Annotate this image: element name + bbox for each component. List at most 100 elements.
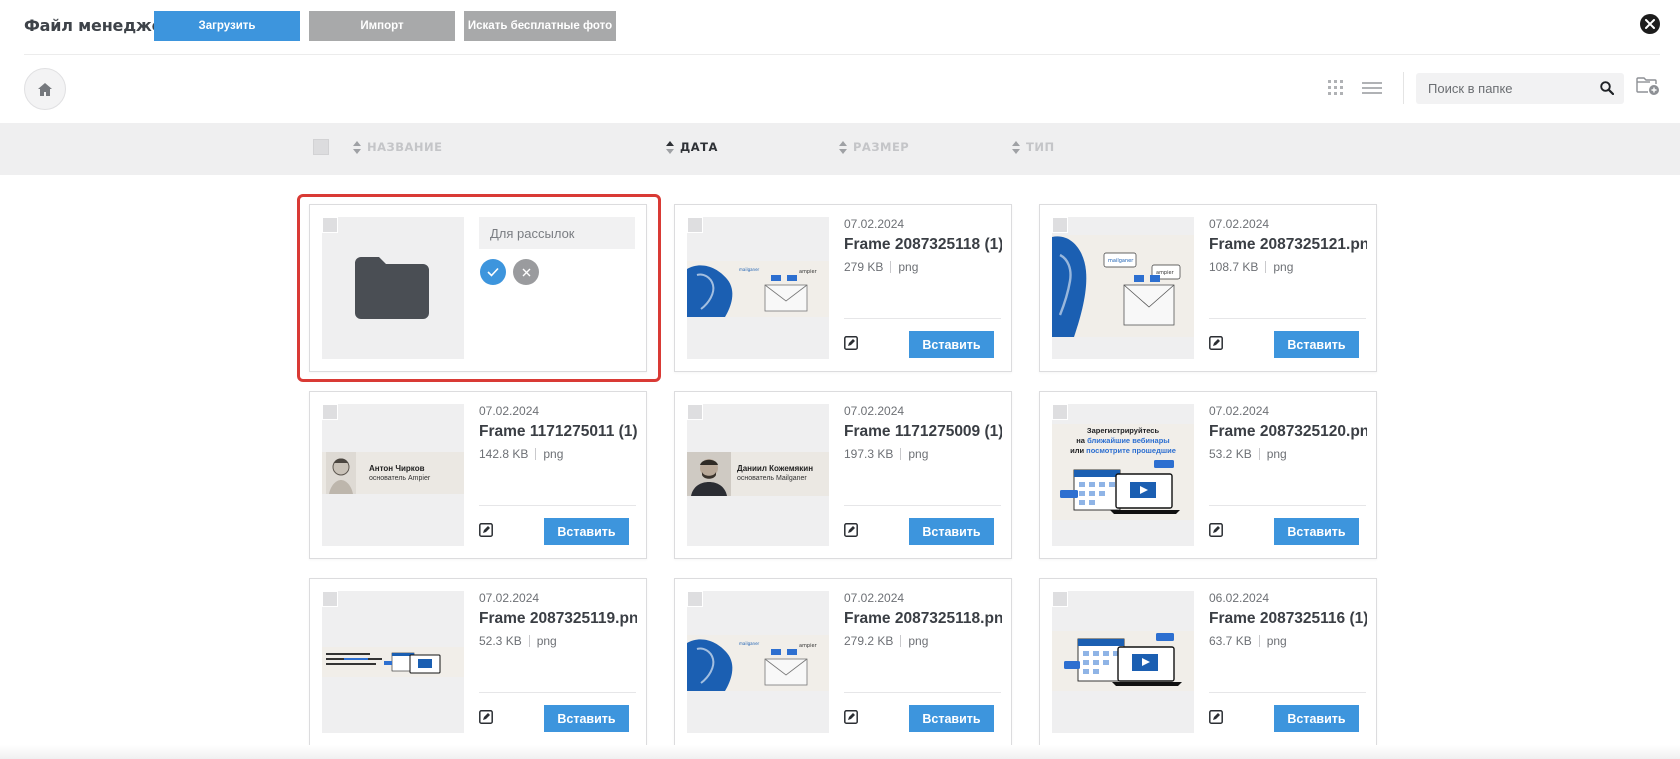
grid-view-icon[interactable] — [1328, 80, 1344, 96]
file-date: 06.02.2024 — [1209, 591, 1270, 605]
file-thumbnail[interactable] — [1052, 591, 1194, 733]
file-meta: 142.8 KB png — [479, 447, 637, 461]
file-card[interactable]: mailganer ampier 07.02.2024 Frame 208732… — [1039, 204, 1377, 372]
item-checkbox[interactable] — [687, 404, 703, 420]
svg-text:mailganer: mailganer — [739, 641, 760, 646]
webinar-line-2-link: ближайшие вебинары — [1087, 436, 1170, 445]
file-thumbnail[interactable]: mailganer ampier — [1052, 217, 1194, 359]
insert-button[interactable]: Вставить — [1274, 331, 1359, 358]
insert-button[interactable]: Вставить — [909, 705, 994, 732]
file-card[interactable]: 06.02.2024 Frame 2087325116 (1).png 63.7… — [1039, 578, 1377, 746]
insert-button[interactable]: Вставить — [1274, 705, 1359, 732]
file-thumbnail[interactable]: ampier mailganer — [687, 217, 829, 359]
webinar-line-2: на ближайшие вебинары — [1052, 436, 1194, 446]
search-free-photos-button[interactable]: Искать бесплатные фото — [464, 11, 616, 41]
sort-icon — [353, 140, 361, 154]
file-info: 07.02.2024 Frame 1171275011 (1).png 142.… — [479, 404, 637, 461]
envelope-image: ampier mailganer — [687, 261, 829, 317]
column-type-label: ТИП — [1026, 140, 1055, 154]
file-type: png — [1266, 634, 1287, 648]
column-name[interactable]: НАЗВАНИЕ — [353, 140, 442, 154]
file-date: 07.02.2024 — [844, 591, 905, 605]
file-name: Frame 2087325120.png — [1209, 423, 1367, 440]
insert-button[interactable]: Вставить — [909, 331, 994, 358]
file-size: 279 KB — [844, 260, 884, 274]
file-card[interactable]: ampier mailganer 07.02.2024 Frame 208732… — [674, 578, 1012, 746]
file-info: 07.02.2024 Frame 2087325120.png 53.2 KB p… — [1209, 404, 1367, 461]
insert-button[interactable]: Вставить — [1274, 518, 1359, 545]
file-card[interactable]: Антон Чирков основатель Ampier 07.02.202… — [309, 391, 647, 559]
file-size: 52.3 KB — [479, 634, 522, 648]
meta-divider — [528, 635, 530, 647]
file-thumbnail[interactable]: Зарегистрируйтесь на ближайшие вебинары … — [1052, 404, 1194, 546]
close-icon[interactable] — [1640, 14, 1660, 34]
webinar-line-3-link: посмотрите прошедшие — [1086, 446, 1176, 455]
edit-icon[interactable] — [1209, 523, 1223, 537]
column-date-label: ДАТА — [680, 140, 718, 154]
file-date: 07.02.2024 — [1209, 217, 1270, 231]
webinar-banner: Зарегистрируйтесь на ближайшие вебинары … — [1052, 424, 1194, 520]
edit-icon[interactable] — [844, 336, 858, 350]
file-type: png — [908, 634, 929, 648]
meta-divider — [1258, 635, 1260, 647]
edit-icon[interactable] — [479, 710, 493, 724]
edit-icon[interactable] — [844, 523, 858, 537]
file-info: 07.02.2024 Frame 1171275009 (1).png 197.… — [844, 404, 1002, 461]
search-input[interactable] — [1428, 73, 1588, 104]
webinar-line-1: Зарегистрируйтесь — [1086, 426, 1160, 435]
file-thumbnail[interactable] — [322, 591, 464, 733]
file-meta: 279 KB png — [844, 260, 1002, 274]
search-icon[interactable] — [1600, 81, 1614, 95]
file-name: Frame 2087325119.png — [479, 610, 637, 627]
item-checkbox[interactable] — [322, 217, 338, 233]
file-thumbnail[interactable]: ampier mailganer — [687, 591, 829, 733]
add-folder-icon[interactable] — [1636, 76, 1660, 96]
home-icon — [38, 82, 52, 96]
file-card[interactable]: Даниил Кожемякин основатель Mailganer 07… — [674, 391, 1012, 559]
card-divider — [1209, 692, 1366, 693]
insert-button[interactable]: Вставить — [544, 518, 629, 545]
card-divider — [479, 692, 636, 693]
edit-icon[interactable] — [1209, 710, 1223, 724]
home-button[interactable] — [24, 68, 66, 110]
edit-icon[interactable] — [844, 710, 858, 724]
item-checkbox[interactable] — [687, 591, 703, 607]
file-card[interactable]: Зарегистрируйтесь на ближайшие вебинары … — [1039, 391, 1377, 559]
svg-text:mailganer: mailganer — [739, 267, 760, 272]
column-type[interactable]: ТИП — [1012, 140, 1055, 154]
file-thumbnail[interactable]: Даниил Кожемякин основатель Mailganer — [687, 404, 829, 546]
file-size: 142.8 KB — [479, 447, 529, 461]
selection-highlight — [297, 194, 661, 382]
insert-button[interactable]: Вставить — [909, 518, 994, 545]
file-meta: 53.2 KB png — [1209, 447, 1367, 461]
file-type: png — [898, 260, 919, 274]
file-thumbnail[interactable]: Антон Чирков основатель Ampier — [322, 404, 464, 546]
upload-button[interactable]: Загрузить — [154, 11, 300, 41]
file-date: 07.02.2024 — [479, 404, 540, 418]
item-checkbox[interactable] — [322, 404, 338, 420]
meta-divider — [900, 448, 902, 460]
toolbar-divider — [1403, 72, 1404, 104]
item-checkbox[interactable] — [1052, 404, 1068, 420]
insert-button[interactable]: Вставить — [544, 705, 629, 732]
column-size[interactable]: РАЗМЕР — [839, 140, 909, 154]
webinar-line-3: или посмотрите прошедшие — [1052, 446, 1194, 456]
select-all-checkbox[interactable] — [313, 139, 329, 155]
item-checkbox[interactable] — [1052, 591, 1068, 607]
import-button[interactable]: Импорт — [309, 11, 455, 41]
envelope-image: mailganer ampier — [1052, 235, 1194, 337]
list-view-icon[interactable] — [1362, 81, 1382, 95]
file-name: Frame 2087325121.png — [1209, 236, 1367, 253]
item-checkbox[interactable] — [687, 217, 703, 233]
person-name: Антон Чирков — [369, 464, 425, 473]
file-type: png — [1266, 447, 1287, 461]
item-checkbox[interactable] — [1052, 217, 1068, 233]
file-card[interactable]: 07.02.2024 Frame 2087325119.png 52.3 KB p… — [309, 578, 647, 746]
search-box — [1416, 73, 1624, 104]
item-checkbox[interactable] — [322, 591, 338, 607]
edit-icon[interactable] — [1209, 336, 1223, 350]
card-divider — [1209, 505, 1366, 506]
column-date[interactable]: ДАТА — [666, 140, 718, 154]
file-card[interactable]: ampier mailganer 07.02.2024 Frame 208732… — [674, 204, 1012, 372]
edit-icon[interactable] — [479, 523, 493, 537]
